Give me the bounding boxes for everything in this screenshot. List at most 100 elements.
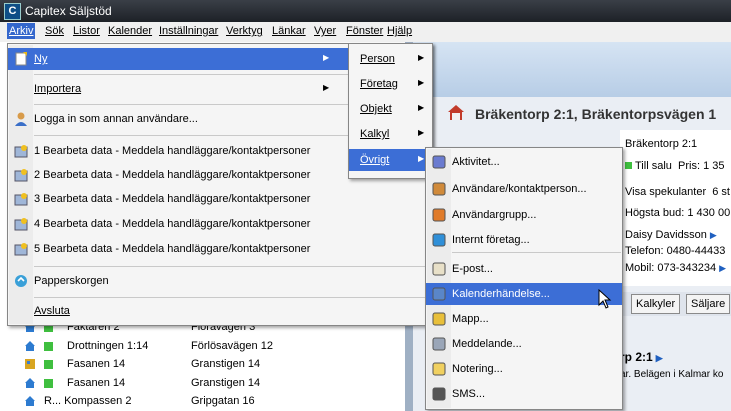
submenu-arrow-icon: ▶ — [418, 78, 425, 87]
agent-name[interactable]: Daisy Davidsson — [625, 229, 707, 241]
bearbeta-data-icon — [14, 169, 28, 182]
title-bar: C Capitex Säljstöd — [0, 0, 731, 22]
status-dot — [625, 162, 632, 169]
tab-saljare[interactable]: Säljare — [686, 294, 731, 314]
menu-item-label: Kalenderhändelse... — [452, 288, 550, 300]
submenu-arrow-icon: ▶ — [418, 154, 425, 163]
list-item-name: Fasanen 14 — [67, 377, 126, 389]
spekulanter-line[interactable]: Visa spekulanter 6 st — [625, 186, 730, 198]
activity-icon — [432, 155, 446, 169]
menu-item-message[interactable]: Meddelande... — [426, 333, 622, 355]
user-icon — [15, 112, 27, 126]
menu-item-person[interactable]: Person ▶ — [349, 48, 432, 70]
menu-sok[interactable]: Sök — [45, 25, 64, 37]
spekulanter-link[interactable]: Visa spekulanter — [625, 186, 706, 198]
note-icon — [432, 362, 446, 376]
window-title: Capitex Säljstöd — [25, 4, 112, 18]
list-item[interactable]: Fasanen 14 Granstigen 14 — [0, 355, 405, 374]
play-arrow-icon[interactable]: ▶ — [719, 263, 726, 274]
price-text: Pris: 1 35 — [678, 160, 725, 172]
house-icon — [25, 396, 35, 406]
menu-item-objekt[interactable]: Objekt ▶ — [349, 98, 432, 120]
menu-item-label: E-post... — [452, 263, 493, 275]
menu-lankar[interactable]: Länkar — [272, 25, 306, 37]
menu-arkiv[interactable]: Arkiv — [7, 23, 36, 39]
house-icon — [25, 341, 35, 351]
recycle-bin-icon — [15, 275, 27, 287]
menu-item-label: Aktivitet... — [452, 156, 500, 168]
building-icon — [25, 359, 35, 369]
menu-fonster[interactable]: Fönster — [346, 25, 383, 37]
menu-item-globe[interactable]: Internt företag... — [426, 229, 622, 251]
menu-item-folder[interactable]: Mapp... — [426, 308, 622, 330]
list-item[interactable]: Fasanen 14 Granstigen 14 — [0, 374, 405, 393]
menu-item-foretag[interactable]: Företag ▶ — [349, 73, 432, 95]
mouse-cursor-icon — [598, 289, 612, 309]
menu-item-label: Användargrupp... — [452, 209, 537, 221]
lower-property-title: rp 2:1 ▶ — [620, 350, 663, 364]
menu-separator — [34, 297, 430, 298]
ny-submenu: Person ▶ Företag ▶ Objekt ▶ Kalkyl ▶ Övrigt ▶ — [348, 43, 433, 179]
folder-icon — [432, 312, 446, 326]
menu-item-user[interactable]: Användare/kontaktperson... — [426, 178, 622, 200]
user-group-icon — [432, 208, 446, 222]
status-square — [44, 360, 53, 369]
submenu-arrow-icon: ▶ — [418, 53, 425, 62]
menu-item-activity[interactable]: Aktivitet... — [426, 151, 622, 173]
status-square — [44, 342, 53, 351]
property-title: Bräkentorp 2:1, Bräkentorpsvägen 1 — [475, 106, 717, 122]
menu-item-calendar[interactable]: Kalenderhändelse... — [426, 283, 622, 305]
agent-mobile: Mobil: 073-343234 — [625, 262, 717, 274]
status-square — [44, 379, 53, 388]
menu-vyer[interactable]: Vyer — [314, 25, 336, 37]
phone-icon — [432, 387, 446, 401]
list-item-name: Drottningen 1:14 — [67, 340, 149, 352]
menu-item-label: Mapp... — [452, 313, 489, 325]
menu-verktyg[interactable]: Verktyg — [226, 25, 263, 37]
menu-item-recent-5[interactable]: 5 Bearbeta data - Meddela handläggare/ko… — [8, 238, 431, 260]
menu-hjalp[interactable]: Hjälp — [387, 25, 412, 37]
menu-item-label: SMS... — [452, 388, 486, 400]
menu-installningar[interactable]: Inställningar — [159, 25, 218, 37]
detail-header-strip — [413, 42, 731, 97]
new-document-icon — [15, 52, 27, 66]
menu-item-papperskorgen[interactable]: Papperskorgen — [8, 270, 431, 292]
play-arrow-icon[interactable]: ▶ — [656, 353, 663, 364]
property-name: Bräkentorp 2:1 — [625, 138, 698, 150]
menu-item-note[interactable]: Notering... — [426, 358, 622, 380]
calendar-icon — [432, 287, 446, 301]
agent-mobile-line[interactable]: Mobil: 073-343234 ▶ — [625, 262, 726, 274]
submenu-arrow-icon: ▶ — [323, 53, 330, 62]
menu-listor[interactable]: Listor — [73, 25, 100, 37]
agent-phone: Telefon: 0480-44433 — [625, 245, 726, 257]
bearbeta-data-icon — [14, 218, 28, 231]
menu-item-avsluta[interactable]: Avsluta — [8, 300, 431, 322]
menu-item-email[interactable]: E-post... — [426, 258, 622, 280]
bearbeta-data-icon — [14, 145, 28, 158]
agent-line[interactable]: Daisy Davidsson ▶ — [625, 229, 717, 241]
message-icon — [432, 337, 446, 351]
menu-item-ovrigt[interactable]: Övrigt ▶ — [349, 149, 432, 171]
menu-separator — [452, 252, 621, 253]
menu-item-label: Notering... — [452, 363, 503, 375]
list-item[interactable]: R... Kompassen 2 Gripgatan 16 — [0, 392, 405, 411]
menu-item-phone[interactable]: SMS... — [426, 383, 622, 405]
status-line: Till salu Pris: 1 35 — [625, 160, 724, 172]
spekulanter-count: 6 st — [712, 186, 730, 198]
menu-separator — [34, 266, 430, 267]
list-item[interactable]: Drottningen 1:14 Förlösavägen 12 — [0, 337, 405, 356]
play-arrow-icon[interactable]: ▶ — [710, 230, 717, 241]
property-description: ar. Belägen i Kalmar ko — [620, 369, 724, 380]
bearbeta-data-icon — [14, 243, 28, 256]
menu-kalender[interactable]: Kalender — [108, 25, 152, 37]
menu-item-kalkyl[interactable]: Kalkyl ▶ — [349, 123, 432, 145]
user-icon — [432, 182, 446, 196]
menu-item-recent-4[interactable]: 4 Bearbeta data - Meddela handläggare/ko… — [8, 213, 431, 235]
submenu-arrow-icon: ▶ — [418, 103, 425, 112]
menu-item-recent-3[interactable]: 3 Bearbeta data - Meddela handläggare/ko… — [8, 188, 431, 210]
submenu-arrow-icon: ▶ — [418, 128, 425, 137]
list-item-name: Fasanen 14 — [67, 358, 126, 370]
menu-item-user-group[interactable]: Användargrupp... — [426, 204, 622, 226]
tab-kalkyler[interactable]: Kalkyler — [631, 294, 681, 314]
house-icon — [25, 378, 35, 388]
